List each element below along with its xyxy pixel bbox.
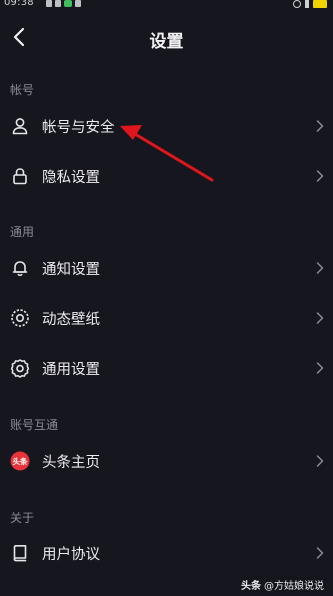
- app-notification-icon: [64, 0, 72, 7]
- gear-icon: [10, 358, 30, 378]
- chevron-right-icon: [316, 455, 324, 467]
- watermark: 头条 @方姑娘说说: [238, 576, 327, 593]
- status-notification-icons: [46, 0, 81, 7]
- row-label: 动态壁纸: [42, 312, 100, 328]
- signal-icon: [46, 0, 52, 7]
- privacy-settings-row[interactable]: 隐私设置: [0, 152, 333, 200]
- signal-icon: [55, 0, 61, 7]
- row-label: 隐私设置: [42, 170, 100, 186]
- bell-icon: [10, 258, 30, 278]
- section-header-linked-accounts: 账号互通: [10, 418, 59, 432]
- book-icon: [10, 543, 30, 563]
- user-agreement-row[interactable]: 用户协议: [0, 529, 333, 577]
- lock-icon: [10, 166, 30, 186]
- network-icon: [305, 0, 309, 8]
- svg-text:头条: 头条: [13, 456, 28, 466]
- battery-icon: [313, 0, 327, 8]
- live-wallpaper-row[interactable]: 动态壁纸: [0, 294, 333, 342]
- chevron-right-icon: [316, 547, 324, 559]
- general-settings-row[interactable]: 通用设置: [0, 344, 333, 392]
- row-label: 通用设置: [42, 362, 100, 378]
- row-label: 用户协议: [42, 547, 100, 563]
- page-title: 设置: [149, 32, 184, 52]
- row-label: 帐号与安全: [42, 120, 115, 136]
- account-security-row[interactable]: 帐号与安全: [0, 102, 333, 150]
- chevron-right-icon: [316, 120, 324, 132]
- toutiao-homepage-row[interactable]: 头条 头条主页: [0, 437, 333, 485]
- chevron-right-icon: [316, 312, 324, 324]
- chevron-right-icon: [316, 262, 324, 274]
- header: 设置: [0, 18, 333, 58]
- notification-icon: [75, 0, 81, 7]
- section-header-about: 关于: [10, 511, 35, 525]
- watermark-author: @方姑娘说说: [264, 581, 324, 592]
- chevron-right-icon: [316, 170, 324, 182]
- toutiao-logo-icon: 头条: [10, 451, 30, 471]
- status-bar: 09:38: [0, 0, 333, 10]
- status-system-icons: [293, 0, 327, 8]
- user-icon: [10, 116, 30, 136]
- section-header-account: 帐号: [10, 83, 35, 97]
- wallpaper-icon: [10, 308, 30, 328]
- status-time: 09:38: [4, 0, 34, 8]
- notification-settings-row[interactable]: 通知设置: [0, 244, 333, 292]
- row-label: 通知设置: [42, 262, 100, 278]
- row-label: 头条主页: [42, 455, 100, 471]
- section-header-general: 通用: [10, 225, 35, 239]
- alarm-icon: [293, 0, 301, 8]
- chevron-right-icon: [316, 362, 324, 374]
- watermark-brand: 头条: [241, 581, 261, 592]
